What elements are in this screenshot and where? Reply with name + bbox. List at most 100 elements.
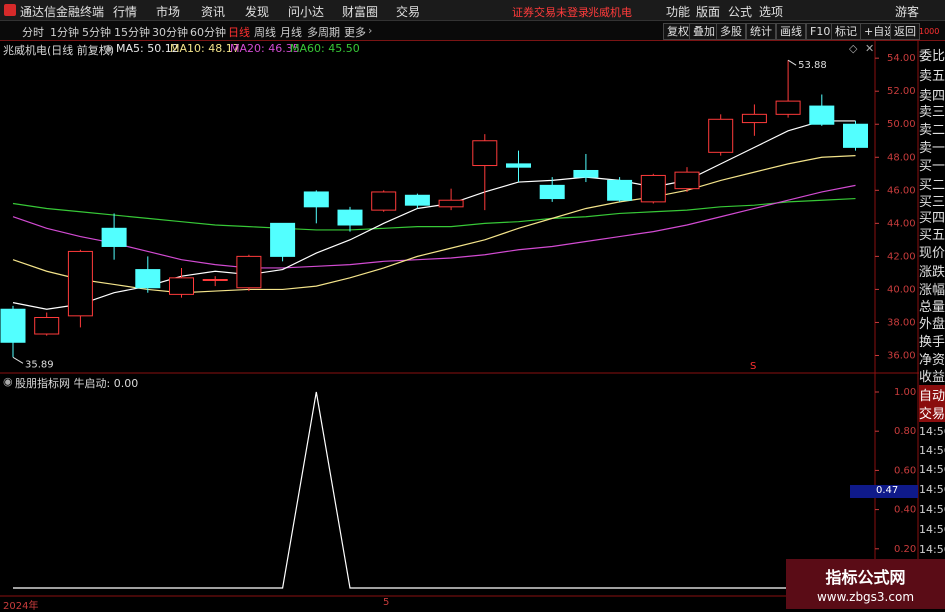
tick-time: 14:56	[919, 425, 945, 438]
candle-body	[573, 169, 599, 178]
tick-time: 14:56	[919, 523, 945, 536]
indicator-tick-label: 0.80	[894, 426, 916, 437]
tongji-button[interactable]: 统计	[746, 23, 776, 40]
candle-body	[236, 255, 262, 289]
high-annotation: 53.88	[798, 60, 827, 71]
period-bar: 分时 1分钟 5分钟 15分钟 30分钟 60分钟 日线 周线 月线 多周期 更…	[0, 21, 945, 41]
tick-time: 14:56	[919, 483, 945, 496]
indicator-tick-label: 1.00	[894, 387, 916, 398]
indicator-tick-label: 0.60	[894, 465, 916, 476]
menu-gongneng[interactable]: 功能	[666, 3, 690, 20]
high-annotation-pointer	[787, 59, 797, 66]
panel-row-2: 卖三	[919, 101, 945, 120]
period-15min[interactable]: 15分钟	[114, 24, 150, 40]
date-tick-5: 5	[383, 597, 390, 608]
watermark-line1: 指标公式网	[825, 568, 906, 587]
candle-body	[0, 308, 26, 343]
candle-body	[101, 227, 127, 247]
title-stock-name: 兆威机电	[588, 6, 632, 19]
candle-body	[539, 184, 565, 200]
menu-jiaoyi[interactable]: 交易	[396, 3, 420, 20]
y-tick-label: 44.00	[887, 218, 916, 229]
panel-row-11: 涨跌	[919, 261, 945, 280]
diejia-button[interactable]: 叠加	[689, 23, 719, 40]
period-60min[interactable]: 60分钟	[190, 24, 226, 40]
low-annotation-pointer	[12, 356, 24, 364]
huaxian-button[interactable]: 画线	[776, 23, 806, 40]
biaoji-button[interactable]: 标记	[831, 23, 861, 40]
panel-row-15: 换手	[919, 331, 945, 350]
y-tick-label: 50.00	[887, 119, 916, 130]
period-1min[interactable]: 1分钟	[50, 24, 79, 40]
indicator-tick-label: 0.20	[894, 544, 916, 555]
panel-small-label: 1000	[919, 27, 940, 36]
menu-faxian[interactable]: 发现	[245, 3, 269, 20]
period-multi[interactable]: 多周期	[307, 24, 340, 40]
candle-body	[809, 105, 835, 125]
panel-row-3: 卖二	[919, 119, 945, 138]
chevron-right-icon[interactable]: ›	[368, 24, 372, 37]
candle-body	[674, 171, 700, 190]
menu-xuanxiang[interactable]: 选项	[759, 3, 783, 20]
y-tick-label: 40.00	[887, 284, 916, 295]
app-logo-icon	[4, 4, 16, 16]
low-annotation: 35.89	[25, 359, 54, 370]
period-monthly[interactable]: 月线	[280, 24, 302, 40]
period-5min[interactable]: 5分钟	[82, 24, 111, 40]
period-more[interactable]: 更多	[344, 24, 366, 40]
period-fenshi[interactable]: 分时	[22, 24, 44, 40]
duogu-button[interactable]: 多股	[716, 23, 746, 40]
candle-body	[640, 174, 666, 203]
menu-gongshi[interactable]: 公式	[728, 3, 752, 20]
period-30min[interactable]: 30分钟	[152, 24, 188, 40]
indicator-label: 股朋指标网 牛启动: 0.00	[15, 377, 139, 390]
indicator-settings-icon[interactable]: ◉	[3, 375, 13, 388]
candle-body	[472, 140, 498, 167]
tick-time: 14:56	[919, 503, 945, 516]
menu-wenxiaoda[interactable]: 问小达	[288, 3, 324, 20]
candle-body	[775, 100, 801, 115]
period-weekly[interactable]: 周线	[254, 24, 276, 40]
panel-row-4: 卖一	[919, 137, 945, 156]
y-tick-label: 42.00	[887, 251, 916, 262]
indicator-tick-label: 0.40	[894, 505, 916, 516]
y-tick-label: 46.00	[887, 185, 916, 196]
close-icon[interactable]: ✕	[865, 42, 874, 55]
watermark-line2: www.zbgs3.com	[816, 590, 915, 604]
current-value-badge: 0.47	[850, 485, 918, 498]
panel-row-17: 收益	[919, 366, 945, 385]
menu-hangqing[interactable]: 行情	[113, 3, 137, 20]
period-daily[interactable]: 日线	[228, 24, 250, 40]
candle-body	[607, 179, 633, 201]
trade-button[interactable]: 交易	[919, 403, 945, 422]
guest-label[interactable]: 游客	[895, 3, 919, 20]
back-button[interactable]: 返回	[890, 23, 920, 40]
title-bar: 通达信金融终端 行情 市场 资讯 发现 问小达 财富圈 交易 证券交易未登录 兆…	[0, 0, 945, 21]
candle-body	[34, 316, 60, 335]
candle-body	[438, 199, 464, 208]
panel-row-9: 买五	[919, 224, 945, 243]
candle-body	[303, 191, 329, 208]
panel-row-5: 买一	[919, 155, 945, 174]
candle-body	[843, 123, 868, 148]
indicator-line	[13, 391, 856, 589]
menu-shichang[interactable]: 市场	[156, 3, 180, 20]
watermark: 指标公式网 www.zbgs3.com	[786, 559, 945, 609]
y-tick-label: 54.00	[887, 53, 916, 64]
s-marker: S	[750, 361, 757, 372]
y-tick-label: 48.00	[887, 152, 916, 163]
kline-chart[interactable]: 36.00 38.00 40.00 42.00 44.00 46.00 48.00 50.00…	[0, 40, 919, 609]
panel-weibi: 委比	[919, 45, 945, 64]
auto-trade-toggle[interactable]: 自动	[919, 385, 945, 404]
menu-caifuquan[interactable]: 财富圈	[342, 3, 378, 20]
menu-banmian[interactable]: 版面	[696, 3, 720, 20]
y-tick-label: 36.00	[887, 350, 916, 361]
edit-icon[interactable]: ◇	[849, 42, 857, 55]
login-warning[interactable]: 证券交易未登录	[512, 4, 589, 20]
candle-body	[337, 209, 363, 226]
y-tick-label: 52.00	[887, 86, 916, 97]
panel-row-10: 现价	[919, 242, 945, 261]
tick-time: 14:56	[919, 463, 945, 476]
candle-body	[270, 222, 296, 257]
menu-zixun[interactable]: 资讯	[201, 3, 225, 20]
